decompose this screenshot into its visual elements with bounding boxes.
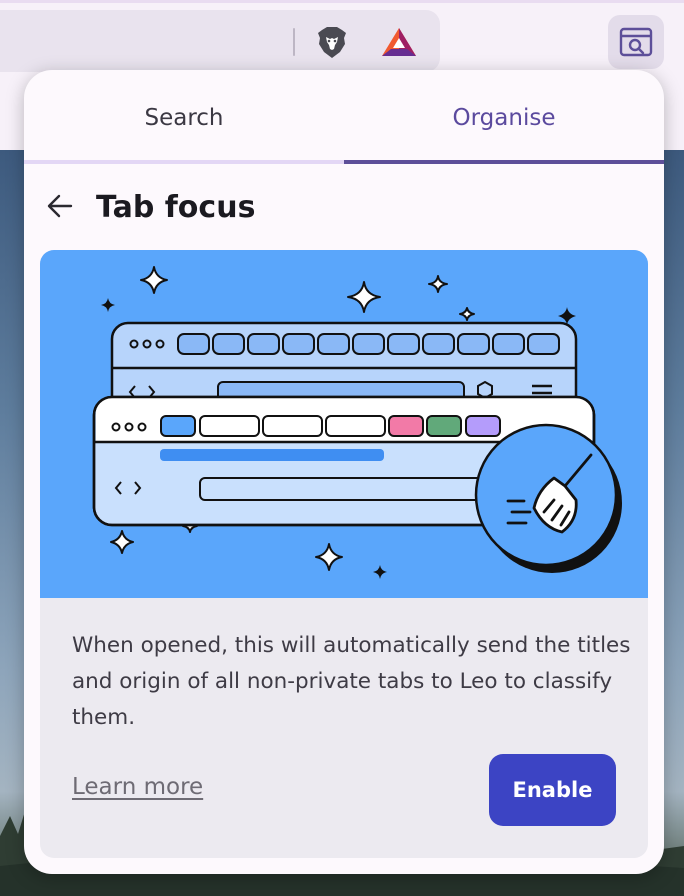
sparkle-icon [347, 281, 381, 313]
bat-rewards-icon[interactable] [380, 26, 418, 58]
tab-focus-card: When opened, this will automatically sen… [40, 250, 648, 858]
page-title: Tab focus [96, 190, 256, 225]
browser-windows-with-broom-illustration [92, 266, 622, 579]
broom-badge [474, 423, 622, 573]
enable-button[interactable]: Enable [489, 754, 616, 826]
sparkle-icon [140, 266, 168, 294]
tab-organise-indicator [344, 160, 664, 164]
arrow-left-icon [47, 194, 73, 218]
window-edge [0, 0, 684, 3]
tab-focus-toolbar-button[interactable] [608, 15, 664, 69]
back-button[interactable] [40, 186, 80, 226]
brave-shields-icon[interactable] [314, 24, 350, 60]
tab-focus-description: When opened, this will automatically sen… [72, 633, 631, 730]
tab-focus-illustration [40, 250, 648, 598]
sparkle-icon [101, 298, 115, 312]
sparkle-icon [110, 530, 134, 554]
popup-tabs: Search Organise [24, 70, 664, 166]
learn-more-link[interactable]: Learn more [72, 774, 203, 800]
page-header: Tab focus [24, 180, 664, 236]
sparkle-icon [428, 275, 448, 293]
address-bar[interactable] [0, 10, 440, 72]
tab-search-indicator [24, 160, 344, 164]
sparkle-icon [459, 307, 475, 321]
tab-focus-icon [619, 27, 653, 57]
tab-organise[interactable]: Organise [344, 70, 664, 166]
sparkle-icon [315, 543, 343, 571]
tab-focus-popup: Search Organise Tab focus When opened, t… [24, 70, 664, 874]
sparkle-icon [373, 565, 387, 579]
address-bar-divider [293, 28, 295, 56]
tab-search[interactable]: Search [24, 70, 344, 166]
